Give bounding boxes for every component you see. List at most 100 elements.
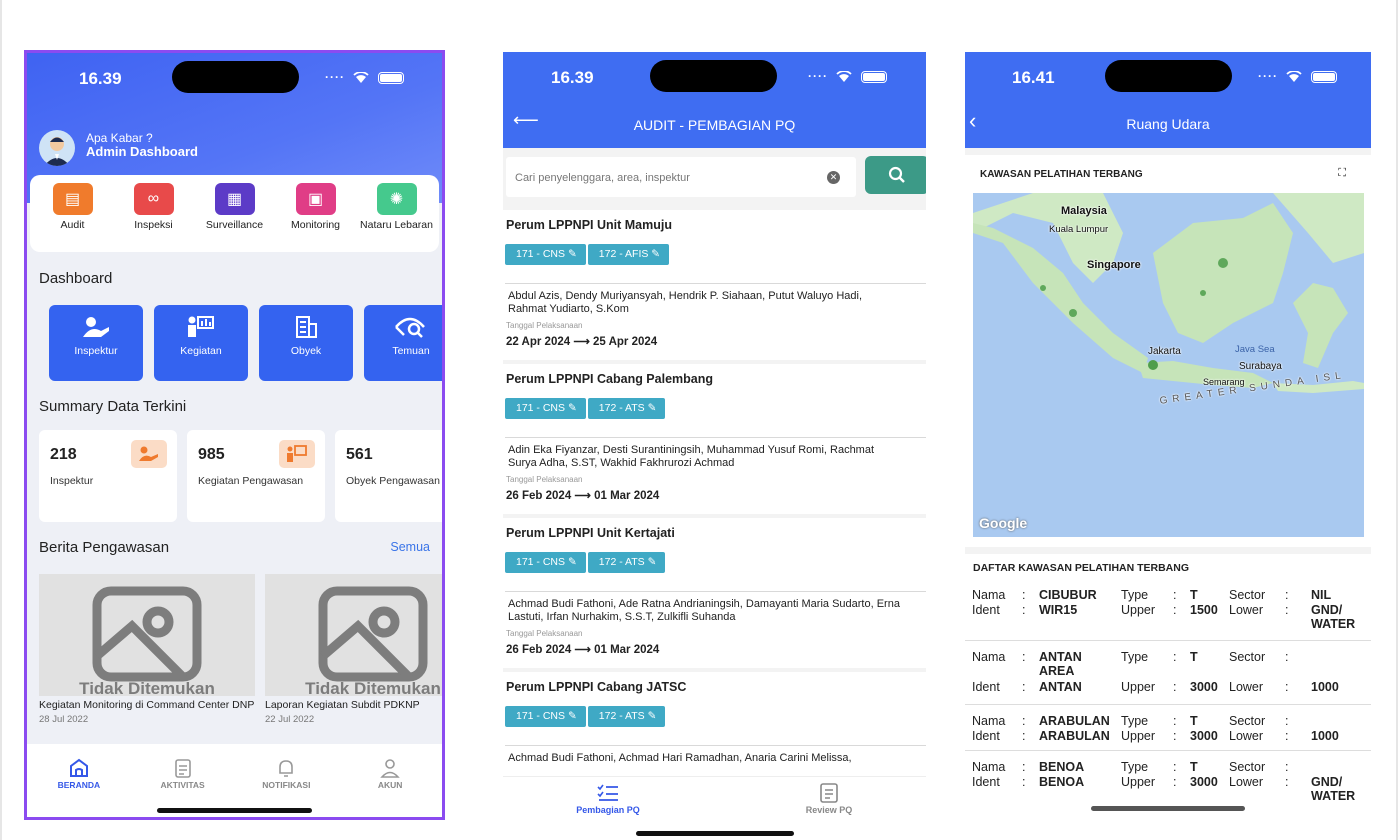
user-name: Admin Dashboard bbox=[86, 144, 198, 159]
tab-pembagian-pq[interactable]: Pembagian PQ bbox=[548, 783, 668, 815]
phone-airspace-screen: 16.41 ···· ‹ Ruang Udara KAWASAN PELATIH… bbox=[965, 52, 1371, 812]
clear-icon[interactable]: ✕ bbox=[827, 171, 840, 184]
field-value: 1000 bbox=[1311, 680, 1339, 694]
tab-bar: Pembagian PQ Review PQ bbox=[503, 776, 926, 838]
news-card[interactable]: Tidak Ditemukan Kegiatan Monitoring di C… bbox=[39, 574, 255, 725]
field-sep: : bbox=[1022, 775, 1026, 789]
battery-icon bbox=[860, 70, 887, 83]
fullscreen-icon[interactable]: ⛶ bbox=[1338, 167, 1346, 180]
nav-beranda[interactable]: BERANDA bbox=[34, 758, 124, 817]
edit-icon: ✎ bbox=[647, 402, 657, 414]
tag-badge[interactable]: 172 - ATS ✎ bbox=[587, 398, 666, 419]
date-label: Tanggal Pelaksanaan bbox=[506, 475, 583, 484]
status-icons: ···· bbox=[325, 70, 404, 84]
field-key: Sector bbox=[1229, 714, 1266, 728]
field-value: GND/ WATER bbox=[1311, 603, 1356, 631]
edit-icon: ✎ bbox=[567, 556, 577, 568]
not-found-text: Tidak Ditemukan bbox=[79, 679, 215, 696]
field-value: 3000 bbox=[1190, 729, 1218, 743]
tag-badge[interactable]: 172 - ATS ✎ bbox=[587, 706, 666, 727]
firework-icon: ✺ bbox=[376, 183, 417, 215]
binoculars-icon: ∞ bbox=[133, 183, 174, 215]
battery-icon bbox=[1310, 70, 1337, 83]
field-key: Upper bbox=[1121, 775, 1156, 789]
field-key: Type bbox=[1121, 714, 1149, 728]
field-value: NIL bbox=[1311, 588, 1332, 602]
list-item[interactable]: Perum LPPNPI Cabang Palembang 171 - CNS … bbox=[503, 364, 926, 514]
document-icon bbox=[820, 783, 838, 803]
edit-icon: ✎ bbox=[567, 248, 577, 260]
field-sep: : bbox=[1022, 729, 1026, 743]
tab-review-pq[interactable]: Review PQ bbox=[769, 783, 889, 815]
back-chevron-icon[interactable]: ‹ bbox=[969, 108, 976, 134]
table-row[interactable]: Nama : ARABULAN Type : T Sector : Ident … bbox=[965, 704, 1371, 750]
search-icon bbox=[888, 166, 905, 183]
dashboard-label: Temuan bbox=[392, 345, 430, 357]
back-arrow-icon[interactable]: ⟵ bbox=[513, 110, 539, 131]
tag-badge[interactable]: 171 - CNS ✎ bbox=[505, 552, 586, 573]
office-building-icon bbox=[259, 305, 353, 345]
field-value: ANTAN AREA bbox=[1039, 650, 1082, 678]
dashboard-inspektur[interactable]: Inspektur bbox=[49, 305, 143, 381]
tag-badge[interactable]: 172 - ATS ✎ bbox=[587, 552, 666, 573]
menu-surveillance[interactable]: ▦ Surveillance bbox=[195, 181, 275, 252]
dashboard-cards: Inspektur Kegiatan Obyek Temuan bbox=[49, 305, 442, 381]
status-bar: 16.39 ···· bbox=[503, 52, 926, 102]
dashboard-kegiatan[interactable]: Kegiatan bbox=[154, 305, 248, 381]
field-key: Type bbox=[1121, 760, 1149, 774]
edit-icon: ✎ bbox=[567, 710, 577, 722]
field-sep: : bbox=[1173, 775, 1177, 789]
summary-cards: 218 Inspektur 985 Kegiatan Pengawasan 561 O… bbox=[39, 430, 442, 522]
divider bbox=[505, 745, 926, 746]
avatar[interactable] bbox=[39, 130, 75, 166]
news-card[interactable]: Tidak Ditemukan Laporan Kegiatan Subdit … bbox=[265, 574, 442, 725]
field-sep: : bbox=[1285, 714, 1289, 728]
tag-badge[interactable]: 172 - AFIS ✎ bbox=[587, 244, 670, 265]
table-row[interactable]: Nama : CIBUBUR Type : T Sector : NIL Ide… bbox=[965, 580, 1371, 642]
tag-label: 171 - CNS bbox=[516, 556, 566, 568]
inspector-names: Adin Eka Fiyanzar, Desti Surantiningsih,… bbox=[508, 444, 875, 469]
field-key: Nama bbox=[972, 588, 1006, 602]
list-item[interactable]: Perum LPPNPI Unit Kertajati 171 - CNS ✎ 1… bbox=[503, 518, 926, 668]
divider bbox=[505, 591, 926, 592]
field-key: Lower bbox=[1229, 680, 1264, 694]
table-row[interactable]: Nama : BENOA Type : T Sector : Ident : B… bbox=[965, 750, 1371, 810]
summary-obyek[interactable]: 561 Obyek Pengawasan bbox=[335, 430, 442, 522]
provider-name: Perum LPPNPI Cabang JATSC bbox=[506, 680, 687, 694]
image-not-found-icon bbox=[92, 586, 202, 682]
summary-value: 561 bbox=[346, 446, 373, 463]
inspector-names: Achmad Budi Fathoni, Achmad Hari Ramadha… bbox=[508, 752, 852, 764]
inspector-names: Abdul Azis, Dendy Muriyansyah, Hendrik P… bbox=[508, 290, 863, 315]
tag-list: 171 - CNS ✎ 172 - ATS ✎ bbox=[505, 706, 667, 727]
list-title: DAFTAR KAWASAN PELATIHAN TERBANG bbox=[973, 562, 1190, 574]
menu-monitoring[interactable]: ▣ Monitoring bbox=[276, 181, 356, 252]
field-sep: : bbox=[1173, 714, 1177, 728]
summary-kegiatan[interactable]: 985 Kegiatan Pengawasan bbox=[187, 430, 325, 522]
map-view[interactable]: Malaysia Kuala Lumpur Singapore Jakarta … bbox=[973, 193, 1364, 537]
news-title: Berita Pengawasan bbox=[39, 539, 170, 556]
list-item[interactable]: Perum LPPNPI Unit Mamuju 171 - CNS ✎ 172 … bbox=[503, 210, 926, 360]
audit-icon: ▤ bbox=[52, 183, 93, 215]
table-row[interactable]: Nama : ANTAN AREA Type : T Sector : Iden… bbox=[965, 640, 1371, 704]
summary-title: Summary Data Terkini bbox=[39, 398, 187, 415]
menu-audit[interactable]: ▤ Audit bbox=[33, 181, 113, 252]
field-key: Lower bbox=[1229, 603, 1264, 617]
nav-label: AKUN bbox=[377, 780, 403, 790]
dashboard-temuan[interactable]: Temuan bbox=[364, 305, 442, 381]
see-all-link[interactable]: Semua bbox=[390, 540, 430, 554]
list-item[interactable]: Perum LPPNPI Cabang JATSC 171 - CNS ✎ 172… bbox=[503, 672, 926, 776]
search-input[interactable]: Cari penyelenggara, area, inspektur ✕ bbox=[506, 157, 856, 197]
field-key: Upper bbox=[1121, 680, 1156, 694]
summary-inspektur[interactable]: 218 Inspektur bbox=[39, 430, 177, 522]
tag-badge[interactable]: 171 - CNS ✎ bbox=[505, 706, 586, 727]
nav-akun[interactable]: AKUN bbox=[345, 758, 435, 817]
dashboard-obyek[interactable]: Obyek bbox=[259, 305, 353, 381]
tag-badge[interactable]: 171 - CNS ✎ bbox=[505, 244, 586, 265]
field-value: 3000 bbox=[1190, 775, 1218, 789]
tag-badge[interactable]: 171 - CNS ✎ bbox=[505, 398, 586, 419]
menu-nataru[interactable]: ✺ Nataru Lebaran bbox=[357, 181, 437, 252]
field-value: CIBUBUR bbox=[1039, 588, 1097, 602]
menu-inspeksi[interactable]: ∞ Inspeksi bbox=[114, 181, 194, 252]
page-title: AUDIT - PEMBAGIAN PQ bbox=[633, 117, 796, 133]
search-button[interactable] bbox=[865, 156, 926, 194]
